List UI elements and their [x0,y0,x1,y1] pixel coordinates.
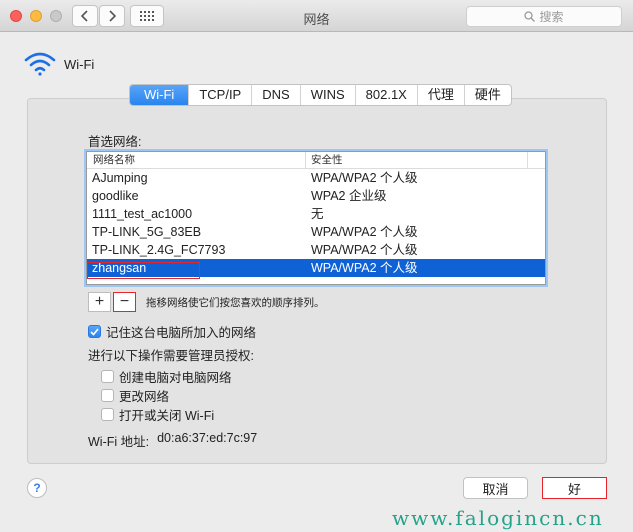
tab-tcpip[interactable]: TCP/IP [188,85,251,105]
title-bar: 网络 搜索 [0,0,633,32]
change-network-label: 更改网络 [119,390,170,404]
network-security: WPA/WPA2 个人级 [311,261,418,275]
create-adhoc-checkbox[interactable] [101,370,114,383]
wifi-header: Wi-Fi [24,52,94,76]
help-button[interactable]: ? [27,478,47,498]
change-network-checkbox[interactable] [101,389,114,402]
network-name: TP-LINK_5G_83EB [92,225,202,239]
network-security: 无 [311,207,324,221]
network-security: WPA/WPA2 个人级 [311,243,418,257]
wifi-address-row: Wi-Fi 地址: d0:a6:37:ed:7c:97 [88,431,257,450]
tab-hardware[interactable]: 硬件 [463,85,511,105]
preferred-networks-title: 首选网络: [88,135,142,149]
create-adhoc-label: 创建电脑对电脑网络 [119,371,232,385]
wifi-header-label: Wi-Fi [64,56,95,72]
tab-wins[interactable]: WINS [299,85,355,105]
table-row[interactable]: goodlike WPA2 企业级 [87,187,545,205]
toggle-wifi-checkbox[interactable] [101,408,114,421]
network-name: 1111_test_ac1000 [92,207,193,221]
network-name: AJumping [92,171,148,185]
network-name: goodlike [92,189,139,203]
table-row[interactable]: 1111_test_ac1000 无 [87,205,545,223]
watermark-text: www.falogincn.cn [392,506,604,530]
tab-wifi[interactable]: Wi-Fi [130,85,189,105]
tab-bar: Wi-Fi TCP/IP DNS WINS 802.1X 代理 硬件 [129,84,512,106]
wifi-address-label: Wi-Fi 地址: [88,435,150,449]
search-placeholder: 搜索 [539,10,564,24]
column-header-security[interactable]: 安全性 [306,152,528,168]
ok-button[interactable]: 好 [542,477,607,499]
cancel-button[interactable]: 取消 [463,477,528,499]
table-row[interactable]: TP-LINK_2.4G_FC7793 WPA/WPA2 个人级 [87,241,545,259]
tab-proxy[interactable]: 代理 [416,85,464,105]
toggle-wifi-label: 打开或关闭 Wi-Fi [119,409,215,423]
admin-option-create-adhoc[interactable]: 创建电脑对电脑网络 [101,367,232,386]
table-header: 网络名称 安全性 [87,152,545,169]
tab-8021x[interactable]: 802.1X [354,85,417,105]
table-row[interactable]: TP-LINK_5G_83EB WPA/WPA2 个人级 [87,223,545,241]
wifi-address-value: d0:a6:37:ed:7c:97 [157,431,258,445]
add-network-button[interactable]: + [88,292,111,312]
checkmark-icon [90,327,99,336]
search-input[interactable]: 搜索 [466,6,622,27]
selected-network-highlight [87,262,200,279]
remove-network-button[interactable]: − [113,292,136,312]
search-icon [524,11,536,22]
table-row[interactable]: AJumping WPA/WPA2 个人级 [87,169,545,187]
remember-networks-label: 记住这台电脑所加入的网络 [106,326,257,340]
add-remove-controls: + − [88,292,136,312]
admin-auth-label: 进行以下操作需要管理员授权: [88,349,254,363]
admin-option-change-network[interactable]: 更改网络 [101,386,169,405]
wifi-icon [24,52,56,76]
tab-dns[interactable]: DNS [251,85,299,105]
network-security: WPA2 企业级 [311,189,387,203]
network-security: WPA/WPA2 个人级 [311,171,418,185]
remember-networks-option[interactable]: 记住这台电脑所加入的网络 [88,322,256,341]
remember-networks-checkbox[interactable] [88,325,101,338]
network-name: TP-LINK_2.4G_FC7793 [92,243,226,257]
network-security: WPA/WPA2 个人级 [311,225,418,239]
drag-hint-text: 拖移网络使它们按您喜欢的顺序排列。 [146,297,325,309]
admin-option-toggle-wifi[interactable]: 打开或关闭 Wi-Fi [101,405,214,424]
column-header-network-name[interactable]: 网络名称 [87,152,306,168]
